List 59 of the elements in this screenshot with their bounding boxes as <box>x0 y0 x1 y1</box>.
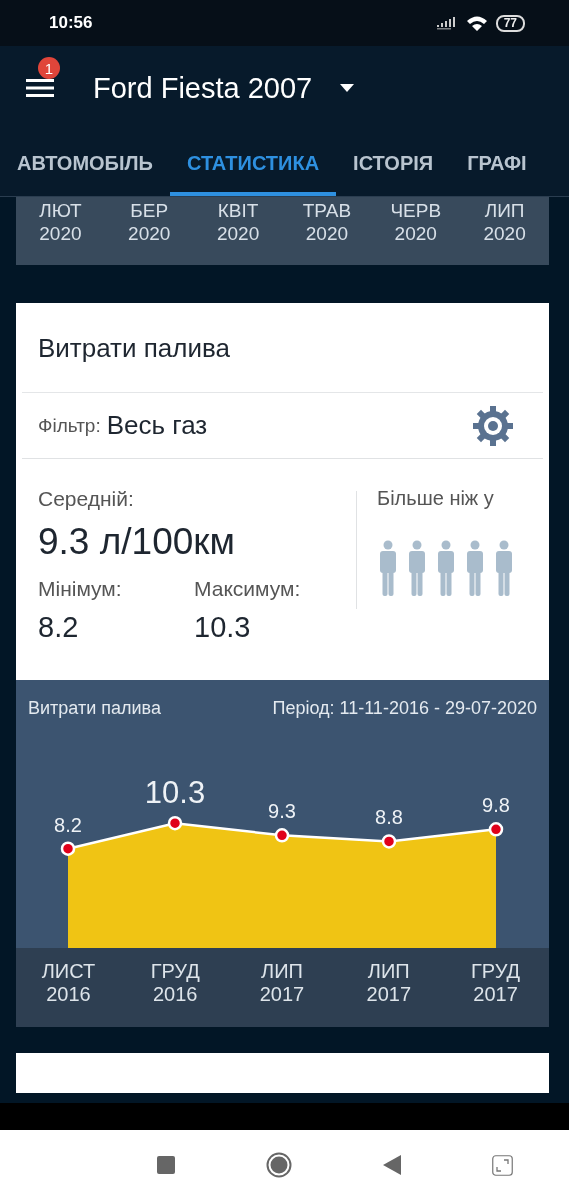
tab[interactable]: ГРАФІ <box>450 130 544 196</box>
year-label[interactable]: 2020 <box>483 222 526 245</box>
comparison-label: Більше ніж у <box>377 487 495 510</box>
tab[interactable]: АВТОМОБІЛЬ <box>0 130 170 196</box>
chart-title: Витрати палива <box>28 697 161 719</box>
x-axis-label: ГРУД 2016 <box>149 959 201 1007</box>
home-icon[interactable] <box>266 1152 292 1178</box>
x-axis-label: ЛИП 2017 <box>258 959 306 1007</box>
average-value: 9.3 л/100км <box>38 521 236 563</box>
data-point[interactable] <box>167 815 183 831</box>
status-time: 10:56 <box>49 13 93 33</box>
filter-value[interactable]: Весь газ <box>106 410 471 441</box>
tab[interactable]: ІСТОРІЯ <box>336 130 451 196</box>
dropdown-caret-icon[interactable] <box>340 84 355 92</box>
battery-icon: 77 <box>495 14 525 32</box>
notification-badge: 1 <box>38 57 60 79</box>
year-label[interactable]: 2020 <box>128 222 171 245</box>
maximum-value: 10.3 <box>194 611 252 644</box>
person-icon <box>435 540 457 596</box>
month-label[interactable]: ЛЮТ <box>39 199 82 222</box>
minimum-label: Мінімум: <box>38 577 123 601</box>
year-label[interactable]: 2020 <box>394 222 437 245</box>
person-icon <box>377 540 399 596</box>
month-label[interactable]: ЛИП <box>484 199 525 222</box>
expand-icon[interactable] <box>492 1154 513 1176</box>
data-label: 9.8 <box>482 794 510 817</box>
x-axis-label: ЛИСТ 2016 <box>40 959 97 1007</box>
menu-button[interactable] <box>26 78 54 98</box>
data-label: 8.2 <box>54 813 82 836</box>
signal-icon <box>435 16 458 30</box>
data-label: 10.3 <box>144 775 206 811</box>
back-icon[interactable] <box>383 1155 401 1175</box>
card-title: Витрати палива <box>22 303 543 393</box>
month-label[interactable]: КВІТ <box>217 199 259 222</box>
car-selector[interactable]: Ford Fiesta 2007 <box>93 71 313 105</box>
x-axis-label: ЛИП 2017 <box>365 959 413 1007</box>
maximum-label: Максимум: <box>194 577 302 601</box>
person-icon <box>406 540 428 596</box>
data-point[interactable] <box>381 834 397 849</box>
settings-icon[interactable] <box>471 403 515 448</box>
average-label: Середній: <box>38 487 135 511</box>
data-label: 8.8 <box>375 806 403 829</box>
person-icon <box>464 540 486 596</box>
data-point[interactable] <box>274 828 290 843</box>
x-axis-label: ГРУД 2017 <box>470 959 522 1007</box>
wifi-icon <box>465 15 488 31</box>
month-label[interactable]: ТРАВ <box>302 199 352 222</box>
data-point[interactable] <box>488 822 504 837</box>
filter-label: Фільтр: <box>38 414 101 437</box>
person-icon <box>493 540 515 596</box>
data-point[interactable] <box>60 841 76 856</box>
month-label[interactable]: БЕР <box>130 199 169 222</box>
data-label: 9.3 <box>268 800 296 823</box>
minimum-value: 8.2 <box>38 611 80 644</box>
year-label[interactable]: 2020 <box>305 222 349 245</box>
year-label[interactable]: 2020 <box>39 222 82 245</box>
year-label[interactable]: 2020 <box>216 222 260 245</box>
period-label: Період: 11-11-2016 - 29-07-2020 <box>272 697 537 719</box>
month-label[interactable]: ЧЕРВ <box>390 199 442 222</box>
